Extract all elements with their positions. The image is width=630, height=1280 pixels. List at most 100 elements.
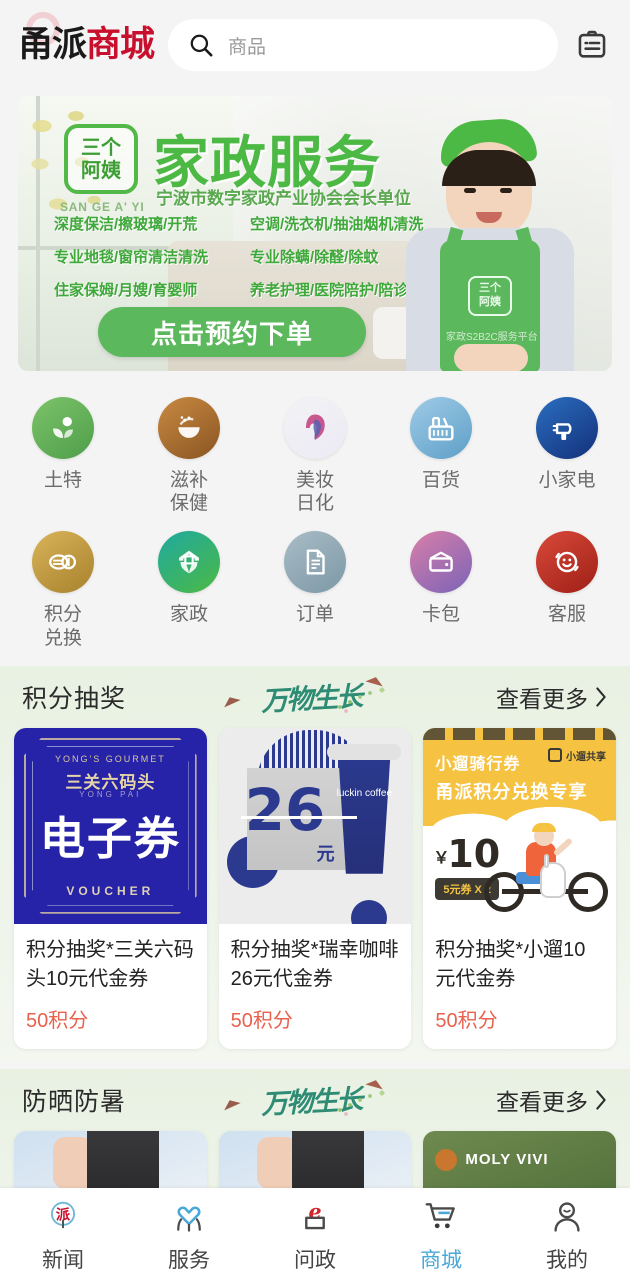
category-item-meizhuang-rihua[interactable]: 美妆 日化 bbox=[252, 387, 378, 521]
tab-service[interactable]: 服务 bbox=[126, 1196, 252, 1274]
category-item-jifen-duihuan[interactable]: 积分 兑换 bbox=[0, 521, 126, 655]
category-item-kabao[interactable]: 卡包 bbox=[378, 521, 504, 655]
brand-mark-icon bbox=[548, 748, 563, 763]
section-title: 积分抽奖 bbox=[22, 684, 127, 713]
search-bar[interactable]: 商品 bbox=[168, 19, 558, 71]
voucher-art-blue: YONG'S GOURMET 三关六码头 YONG PAI 电子券 VOUCHE… bbox=[14, 727, 207, 924]
section-more-label: 查看更多 bbox=[495, 685, 588, 712]
pai-logo-icon: 派 bbox=[41, 1196, 85, 1238]
product-image: 小遛骑行券 甬派积分兑换专享 小遛共享 ￥ 10 5元券 X 2 bbox=[423, 727, 617, 924]
e-ballot-icon: e bbox=[293, 1196, 337, 1238]
category-item-baihuo[interactable]: 百货 bbox=[378, 387, 504, 521]
voucher-brand-en: YONG'S GOURMET bbox=[54, 753, 166, 764]
house-hands-icon bbox=[158, 531, 220, 594]
category-label: 客服 bbox=[547, 604, 586, 626]
tab-mall[interactable]: 商城 bbox=[378, 1196, 504, 1274]
product-card-list: YONG'S GOURMET 三关六码头 YONG PAI 电子券 VOUCHE… bbox=[0, 727, 630, 1049]
tab-wenzheng[interactable]: e 问政 bbox=[252, 1196, 378, 1274]
bottom-tab-bar: 派 新闻 服务 e 问政 商城 我的 bbox=[0, 1188, 630, 1280]
voucher-headline: 电子券 bbox=[39, 811, 181, 865]
banner-brand-line1: 三个 bbox=[81, 135, 121, 159]
product-price: 50积分 bbox=[26, 1009, 89, 1032]
herbal-bowl-icon bbox=[158, 397, 220, 459]
search-input[interactable]: 商品 bbox=[228, 32, 266, 59]
heart-hands-icon bbox=[167, 1196, 211, 1238]
person-hands bbox=[454, 344, 528, 371]
category-item-zibu-baojian[interactable]: 滋补 保健 bbox=[126, 387, 252, 521]
ticker-strip bbox=[423, 727, 617, 740]
section-more-label: 查看更多 bbox=[495, 1088, 588, 1115]
tab-label: 问政 bbox=[294, 1249, 336, 1272]
person-eye-right bbox=[500, 188, 512, 193]
product-card[interactable]: 小遛骑行券 甬派积分兑换专享 小遛共享 ￥ 10 5元券 X 2 积分抽奖*小遛… bbox=[423, 727, 617, 1049]
shopping-basket-icon bbox=[410, 397, 472, 459]
tab-label: 我的 bbox=[546, 1249, 588, 1272]
category-label: 小家电 bbox=[538, 470, 596, 491]
category-item-dingdan[interactable]: 订单 bbox=[252, 521, 378, 655]
category-label: 订单 bbox=[295, 604, 334, 626]
category-item-kefu[interactable]: 客服 bbox=[504, 521, 630, 655]
apron-badge-line2: 阿姨 bbox=[479, 296, 501, 309]
banner-cta-button[interactable]: 点击预约下单 bbox=[98, 307, 366, 357]
cup-brand-text: luckin coffee bbox=[336, 787, 393, 799]
category-label: 家政 bbox=[169, 604, 208, 626]
voucher-art-luckin: luckin coffee 26 元 bbox=[218, 727, 412, 924]
moly-logo-icon bbox=[435, 1148, 458, 1171]
woman-beauty-icon bbox=[284, 397, 346, 459]
section-calligraphy-art: 万物生长 bbox=[216, 1076, 406, 1124]
chevron-right-icon bbox=[596, 687, 606, 707]
product-card[interactable]: luckin coffee 26 元 积分抽奖*瑞幸咖啡26元代金券 50积分 bbox=[218, 727, 412, 1049]
voucher-art-xiaoliu: 小遛骑行券 甬派积分兑换专享 小遛共享 ￥ 10 5元券 X 2 bbox=[423, 727, 617, 924]
section-calligraphy-art: 万物生长 bbox=[216, 673, 406, 721]
section-more-link[interactable]: 查看更多 bbox=[496, 680, 608, 714]
voucher-headline-2: 甬派积分兑换专享 bbox=[435, 781, 588, 802]
moly-brand-name: MOLY VIVI bbox=[465, 1151, 549, 1169]
search-icon bbox=[190, 34, 213, 57]
product-price: 50积分 bbox=[435, 1009, 498, 1032]
category-item-jiazheng[interactable]: 家政 bbox=[126, 521, 252, 655]
category-grid: 土特 滋补 保健 美妆 日化 百货 小家电 积分 兑换 家政 订单 卡包 客服 bbox=[0, 371, 630, 666]
rider-cap bbox=[532, 822, 557, 832]
product-title: 积分抽奖*瑞幸咖啡26元代金券 bbox=[230, 938, 399, 990]
banner-brand-en: SAN GE A' YI bbox=[60, 200, 145, 214]
product-info: 积分抽奖*瑞幸咖啡26元代金券 50积分 bbox=[219, 924, 412, 1049]
banner-service-item: 住家保姆/月嫂/育婴师 bbox=[54, 282, 198, 299]
product-title: 积分抽奖*三关六码头10元代金券 bbox=[26, 938, 194, 990]
category-item-xiaojiadian[interactable]: 小家电 bbox=[504, 387, 630, 521]
tab-label: 新闻 bbox=[42, 1249, 84, 1272]
app-root: 甬派 商城 商品 三个 阿姨 SAN GE A' YI 家政服务 宁波市数字家政… bbox=[0, 0, 630, 1280]
voucher-brand: 小遛共享 bbox=[548, 748, 606, 763]
section-header: 防晒防暑 万物生长 查看更多 bbox=[0, 1069, 630, 1131]
vine-decoration bbox=[334, 1087, 400, 1116]
apron-badge: 三个 阿姨 bbox=[468, 276, 512, 316]
logo-text-accent: 商城 bbox=[86, 24, 155, 65]
bird-icon bbox=[221, 1096, 241, 1111]
tab-news[interactable]: 派 新闻 bbox=[0, 1196, 126, 1274]
tab-label: 服务 bbox=[168, 1249, 210, 1272]
product-card[interactable]: YONG'S GOURMET 三关六码头 YONG PAI 电子券 VOUCHE… bbox=[14, 727, 207, 1049]
bird-icon bbox=[221, 693, 241, 708]
logo-text-primary: 甬派 bbox=[18, 24, 87, 65]
hair-dryer-icon bbox=[536, 397, 598, 459]
product-info: 积分抽奖*小遛10元代金券 50积分 bbox=[423, 924, 616, 1049]
section-jifen-choujiang: 积分抽奖 万物生长 查看更多 YONG'S GOURMET 三关六码头 YONG… bbox=[0, 665, 630, 1063]
banner-brand-logo: 三个 阿姨 bbox=[64, 124, 138, 194]
vine-decoration bbox=[334, 684, 400, 713]
app-logo[interactable]: 甬派 商城 bbox=[18, 11, 155, 65]
person-eye-left bbox=[464, 188, 476, 193]
banner-brand-line2: 阿姨 bbox=[81, 158, 121, 182]
category-label: 滋补 保健 bbox=[169, 470, 208, 515]
promo-banner[interactable]: 三个 阿姨 SAN GE A' YI 家政服务 宁波市数字家政产业协会会长单位 … bbox=[18, 96, 612, 371]
tab-label: 商城 bbox=[420, 1249, 462, 1272]
bike-rider-illustration bbox=[482, 822, 610, 912]
category-row-2: 积分 兑换 家政 订单 卡包 客服 bbox=[0, 521, 630, 655]
tab-mine[interactable]: 我的 bbox=[504, 1196, 630, 1274]
section-more-link[interactable]: 查看更多 bbox=[496, 1083, 608, 1117]
apron-tagline: 家政S2B2C服务平台 bbox=[446, 332, 538, 343]
clipboard-order-icon[interactable] bbox=[572, 25, 612, 65]
voucher-brand-small: YONG PAI bbox=[79, 789, 142, 799]
category-row-1: 土特 滋补 保健 美妆 日化 百货 小家电 bbox=[0, 387, 630, 521]
category-item-tute[interactable]: 土特 bbox=[0, 387, 126, 521]
product-title: 积分抽奖*小遛10元代金券 bbox=[435, 938, 586, 990]
category-label: 土特 bbox=[43, 470, 82, 491]
